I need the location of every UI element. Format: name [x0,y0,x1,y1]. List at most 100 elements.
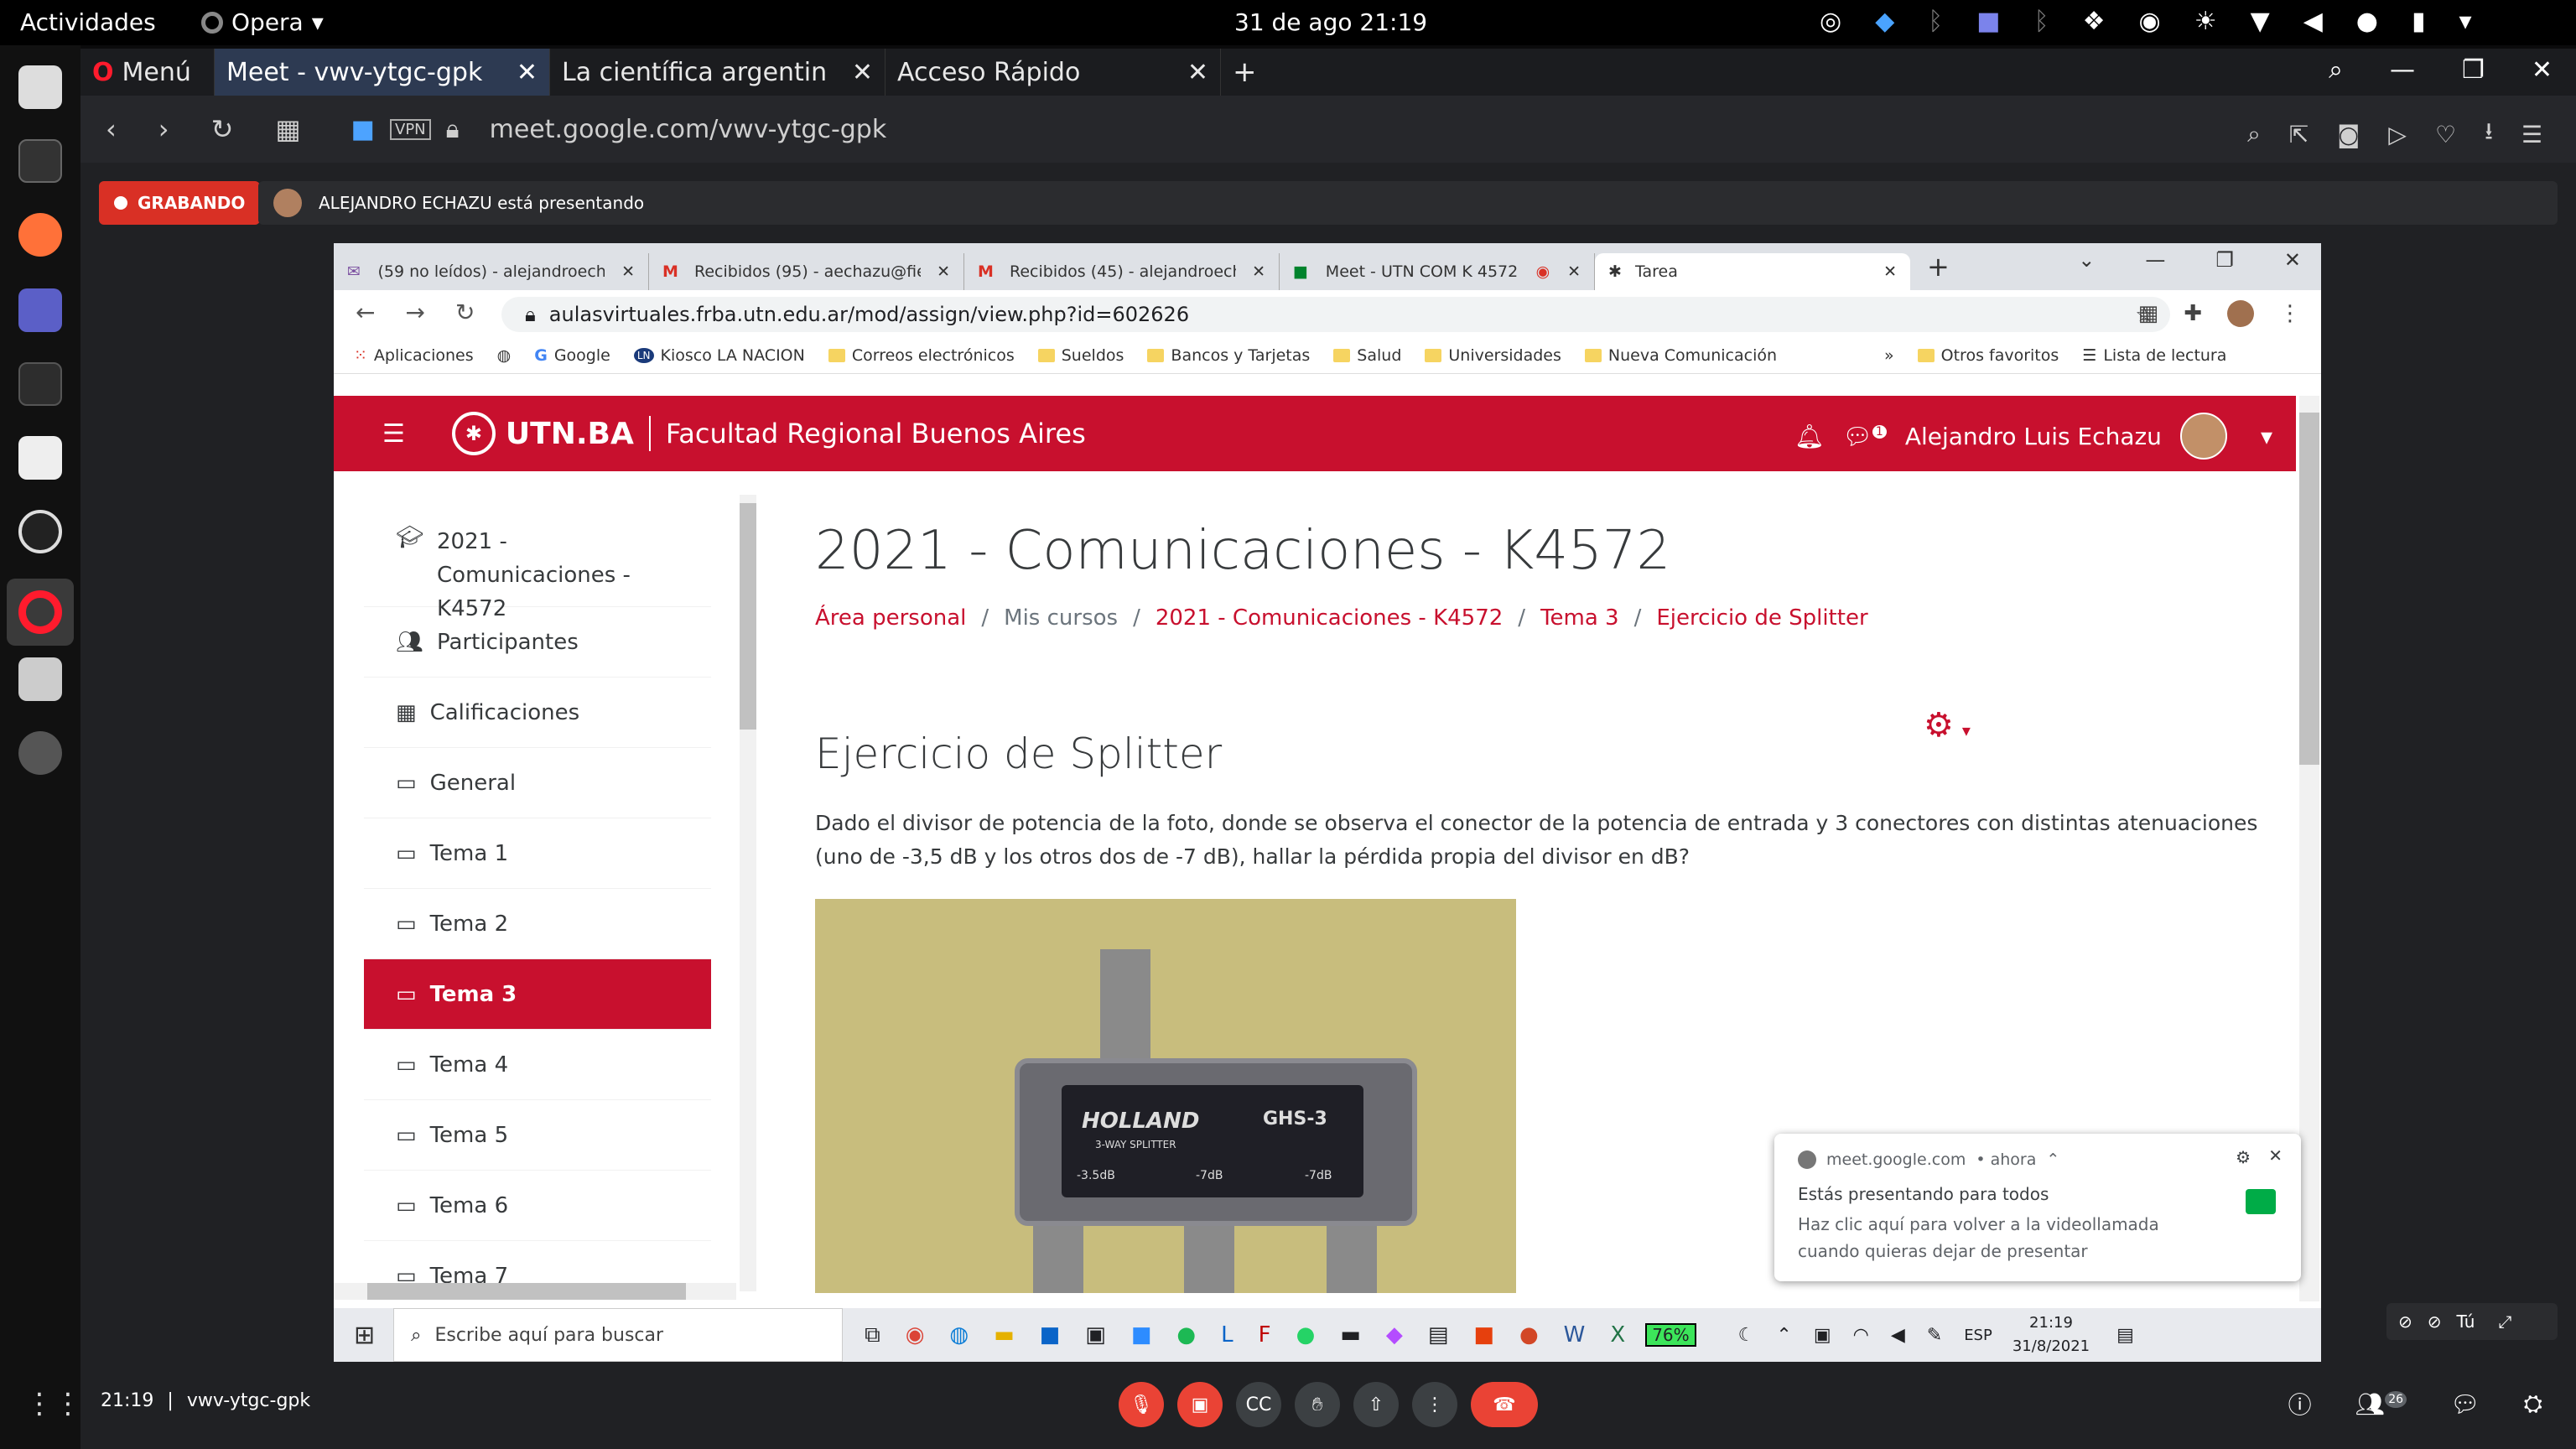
mic-off-button[interactable]: 🎙︎ [1119,1382,1164,1427]
chrome-tab-mail[interactable]: ✉ (59 no leídos) - alejandroecha ✕ [334,253,649,290]
close-tab-icon[interactable]: ✕ [517,58,538,87]
chrome-tab-gmail-2[interactable]: M Recibidos (45) - alejandroecha ✕ [964,253,1280,290]
breadcrumb-course[interactable]: 2021 - Comunicaciones - K4572 [1156,605,1503,631]
reload-icon[interactable]: ↻ [211,113,234,145]
camera-off-button[interactable]: ▣ [1177,1382,1223,1427]
word-icon[interactable]: W [1564,1322,1586,1348]
user-avatar[interactable] [2179,413,2227,460]
zoom-icon[interactable]: ■ [1131,1322,1152,1348]
bookmark-globe[interactable]: ◍ [497,346,512,365]
minimize-icon[interactable]: — [2145,248,2165,272]
chevron-up-icon[interactable]: ⌃ [2046,1150,2059,1169]
vpn-badge[interactable]: VPN [390,118,431,140]
bookmark-apps[interactable]: ⁙ Aplicaciones [354,346,474,365]
office-icon[interactable]: ■ [1473,1322,1494,1348]
breadcrumb-current[interactable]: Ejercicio de Splitter [1656,605,1867,631]
teams-icon[interactable] [18,288,62,332]
clock[interactable]: 31 de ago 21:19 [1234,8,1427,36]
bookmark-otros[interactable]: Otros favoritos [1917,346,2059,365]
windows-clock[interactable]: 21:19 31/8/2021 [2012,1311,2090,1358]
leave-call-button[interactable]: ☎︎ [1471,1382,1538,1427]
forward-icon[interactable]: → [405,299,424,326]
tray-icon[interactable]: ▣ [1814,1325,1831,1346]
close-icon[interactable]: ✕ [1252,262,1265,281]
breadcrumb-mis-cursos[interactable]: Mis cursos [1004,605,1118,631]
battery-indicator[interactable]: 76% [1645,1323,1696,1347]
share-icon[interactable]: ⇱ [2289,121,2309,148]
present-button[interactable]: ⇧ [1353,1382,1399,1427]
sidebar-item-tema-1[interactable]: ▭ Tema 1 [364,818,711,889]
chrome-tab-gmail-1[interactable]: M Recibidos (95) - aechazu@fie ✕ [649,253,964,290]
notepad-icon[interactable]: ▤ [1428,1322,1449,1348]
explorer-icon[interactable]: ▬ [994,1322,1015,1348]
app-icon[interactable]: ▣ [1085,1322,1106,1348]
more-bookmarks-icon[interactable]: » [1884,346,1894,365]
side-course[interactable]: 🎓︎ 2021 - Comunicaciones - K4572 [364,503,711,621]
chrome-notification[interactable]: meet.google.com • ahora ⌃ ⚙ ✕ Estás presen… [1774,1134,2301,1281]
people-icon[interactable]: 👥︎ 26 [2355,1390,2407,1418]
screenshot-app-icon[interactable] [18,436,62,480]
close-icon[interactable]: ✕ [2268,1145,2283,1166]
meeting-code[interactable]: vwv-ytgc-gpk [187,1390,310,1411]
discord-icon[interactable]: ◉ [2139,7,2161,36]
expand-icon[interactable]: ⤢ [2498,1311,2511,1332]
task-view-icon[interactable]: ⧉ [865,1322,880,1348]
breadcrumb-area-personal[interactable]: Área personal [815,605,966,631]
messages-icon[interactable]: 💬︎ 1 [1842,423,1887,450]
spotify-icon[interactable]: ● [1176,1322,1196,1348]
zoom-icon[interactable]: ⌕ [2247,120,2261,148]
bluetooth-icon[interactable]: ᛒ [1928,7,1943,36]
excel-icon[interactable]: X [1610,1322,1625,1348]
download-icon[interactable]: ⭳ [2485,114,2493,154]
firefox-icon[interactable] [18,213,62,257]
windows-start-icon[interactable]: ⊞ [354,1321,375,1350]
terminal-taskbar-icon[interactable]: ▬ [1340,1322,1361,1348]
tabs-grid-icon[interactable]: ▦ [275,113,300,145]
teams-tray-icon[interactable]: ■ [1976,7,2000,36]
wifi-icon[interactable]: ◠ [1853,1325,1869,1346]
system-monitor-icon[interactable] [18,139,62,183]
camera-icon[interactable]: ■ [351,115,375,144]
more-options-button[interactable]: ⋮ [1412,1382,1457,1427]
page-scrollbar[interactable] [2299,396,2319,1301]
activities-icon[interactable]: ⛭ [2524,1389,2542,1418]
close-tab-icon[interactable]: ✕ [852,58,873,87]
battery-icon[interactable]: ▮ [2412,7,2426,36]
new-tab-icon[interactable]: + [1927,251,1950,283]
filezilla-icon[interactable]: F [1259,1322,1271,1348]
restore-icon[interactable]: ❐ [2462,55,2485,85]
hamburger-icon[interactable]: ☰ [382,419,405,449]
captions-button[interactable]: CC [1236,1382,1281,1427]
info-icon[interactable]: ⓘ [2288,1387,2312,1420]
profile-avatar[interactable] [2227,300,2254,327]
bookmark-nueva-comunicacion[interactable]: Nueva Comunicación [1584,346,1777,365]
mic-off-icon[interactable]: ⊘ [2398,1311,2412,1332]
bookmark-bancos[interactable]: Bancos y Tarjetas [1147,346,1310,365]
new-tab-button[interactable]: + [1221,49,1269,96]
outlook-icon[interactable]: ■ [1040,1322,1061,1348]
bookmark-correos[interactable]: Correos electrónicos [828,346,1015,365]
chrome-taskbar-icon[interactable]: ◉ [906,1322,925,1348]
bookmark-sueldos[interactable]: Sueldos [1037,346,1124,365]
tab-cientifica[interactable]: La científica argentin ✕ [550,49,886,96]
app-menu[interactable]: Opera ▾ [201,8,324,36]
bluetooth-icon-2[interactable]: ᛒ [2034,7,2049,36]
brand[interactable]: UTN.BA [506,417,634,451]
close-icon[interactable]: ✕ [621,262,635,281]
volume-icon[interactable]: ◀ [2303,7,2323,36]
tab-meet[interactable]: Meet - vwv-ytgc-gpk ✕ [215,49,550,96]
chrome-tab-meet[interactable]: ■ Meet - UTN COM K 4572 ◉ ✕ [1280,253,1595,290]
power-menu-icon[interactable]: ▾ [2459,7,2471,36]
opera-dock-highlight[interactable] [7,579,74,646]
forward-icon[interactable]: › [158,113,169,145]
opera-menu-button[interactable]: O Menú [80,49,215,96]
search-tabs-icon[interactable]: ⌕ [2329,55,2343,85]
mic-icon[interactable]: ● [2356,7,2378,36]
back-icon[interactable]: ← [356,299,375,326]
close-icon[interactable]: ✕ [937,262,950,281]
obs-tray-icon[interactable]: ◎ [1820,7,1841,36]
close-icon[interactable]: ✕ [1883,262,1897,281]
settings-gear-icon[interactable]: ⚙︎ ▾ [1924,706,1971,745]
sidebar-item-tema-2[interactable]: ▭ Tema 2 [364,889,711,959]
send-icon[interactable]: ▷ [2388,121,2407,148]
